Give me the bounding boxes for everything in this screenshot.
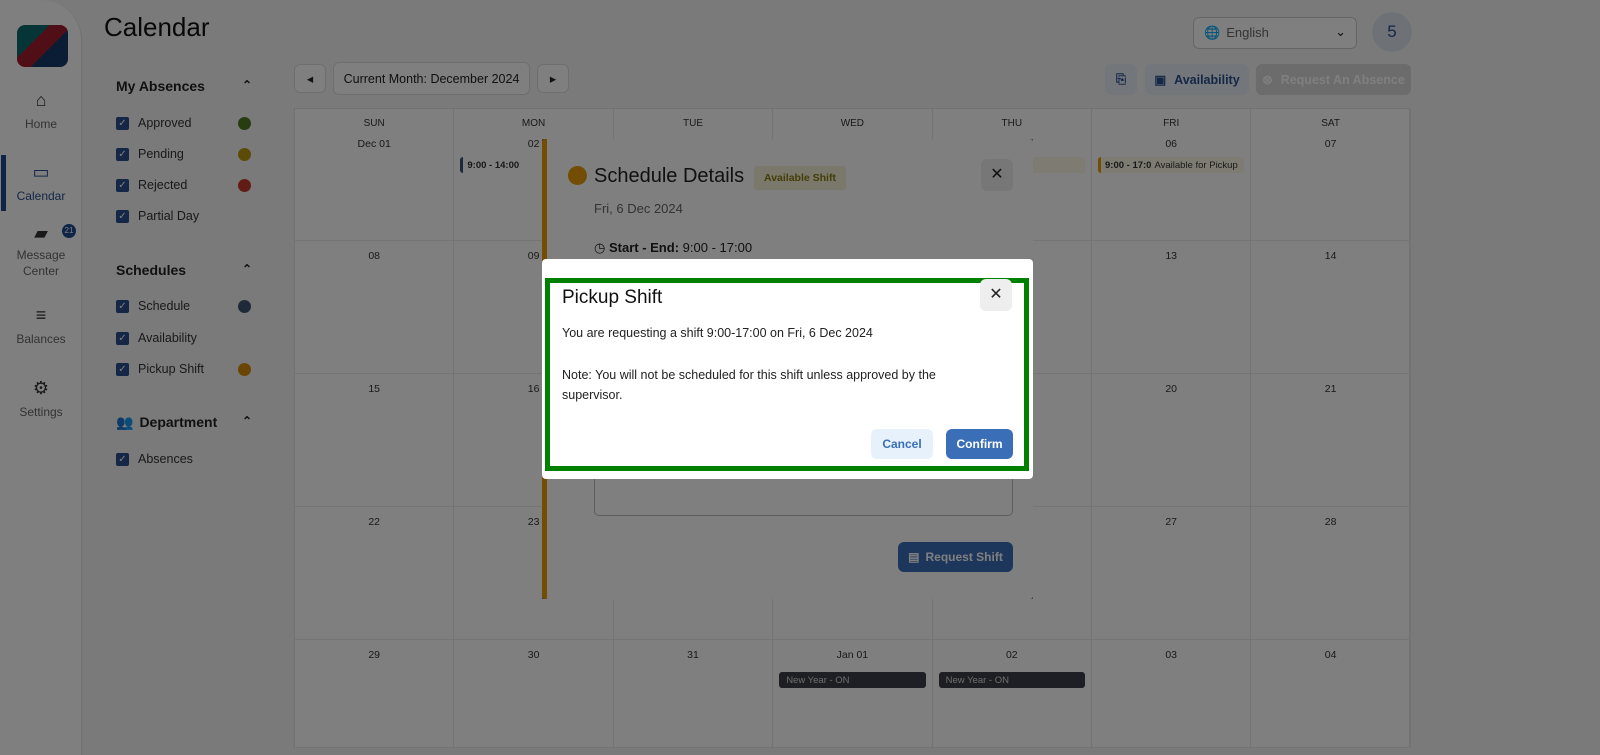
pickup-shift-dialog: Pickup Shift ✕ You are requesting a shif… (542, 259, 1033, 479)
dialog-note: Note: You will not be scheduled for this… (562, 368, 936, 402)
dialog-close-button[interactable]: ✕ (980, 279, 1012, 311)
close-icon: ✕ (989, 286, 1003, 303)
dialog-message: You are requesting a shift 9:00-17:00 on… (562, 326, 873, 340)
dialog-title: Pickup Shift (562, 287, 663, 308)
confirm-button[interactable]: Confirm (946, 429, 1013, 459)
cancel-button[interactable]: Cancel (871, 429, 933, 459)
